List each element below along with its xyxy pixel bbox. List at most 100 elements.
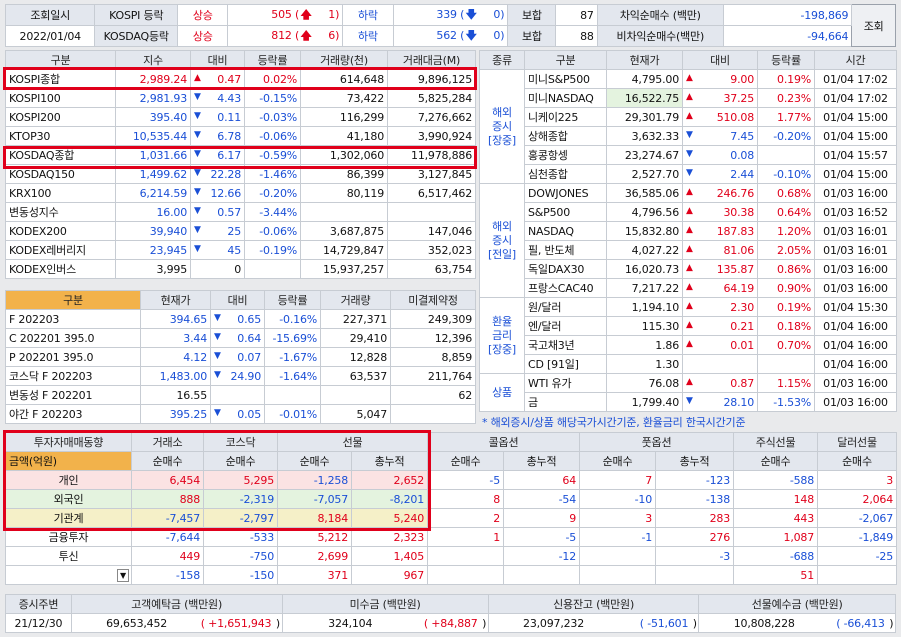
query-date: 2022/01/04 xyxy=(4,25,96,47)
change-cell: ▼ 0.07 xyxy=(210,347,265,367)
change-value: 0.65 xyxy=(237,312,261,326)
futures-volume xyxy=(320,385,391,405)
futures-header-3: 등락률 xyxy=(264,290,321,310)
index-row[interactable]: 변동성지수 16.00 ▼ 0.57 -3.44% xyxy=(5,202,476,222)
overseas-name: WTI 유가 xyxy=(524,373,607,393)
index-row[interactable]: KODEX레버리지 23,945 ▼ 45 -0.19% 14,729,847 352,02… xyxy=(5,240,476,260)
overseas-row[interactable]: S&P500 4,796.56 ▲ 30.38 0.64% 01/03 16:52 xyxy=(480,202,897,222)
overseas-row[interactable]: 환율 금리 [장중] 원/달러 1,194.10 ▲ 2.30 0.19% 01/04 15… xyxy=(479,297,897,374)
futures-row[interactable]: 코스닥 F 202203 1,483.00 ▼ 24.90 -1.64% 63,537 21… xyxy=(5,366,476,386)
non-arbitrage-value: -94,664 xyxy=(722,25,853,47)
investor-value: -1,849 xyxy=(817,527,898,547)
change-cell: ▲ 64.19 xyxy=(682,278,758,298)
up-triangle-icon: ▲ xyxy=(686,224,693,235)
investor-row[interactable]: 외국인 888 -2,319 -7,057 -8,201 8 -54 -10 -138 148 2,… xyxy=(5,489,898,509)
index-row[interactable]: KRX100 6,214.59 ▼ 12.66 -0.20% 80,119 6,517,46… xyxy=(5,183,476,203)
overseas-row[interactable]: 니케이225 29,301.79 ▲ 510.08 1.77% 01/04 15:00 xyxy=(480,107,897,127)
investor-row[interactable]: 개인 6,454 5,295 -1,258 2,652 -5 64 7 -123 -588 3 xyxy=(5,470,898,490)
query-date-label: 조회일시 xyxy=(4,4,96,26)
index-row[interactable]: KOSPI종합 2,989.24 ▲ 0.47 0.02% 614,648 9,896,12… xyxy=(5,69,476,89)
index-name: KOSDAQ150 xyxy=(5,164,116,184)
investor-row[interactable]: 기관계 -7,457 -2,797 8,184 5,240 2 9 3 283 443 -2,067 xyxy=(5,508,898,528)
overseas-row[interactable]: CD [91일] 1.30 01/04 16:00 xyxy=(480,354,897,374)
futures-row[interactable]: P 202201 395.0 4.12 ▼ 0.07 -1.67% 12,828 8,859 xyxy=(5,347,476,367)
index-header-5: 거래대금(M) xyxy=(387,50,476,70)
investor-header-5: 주식선물 xyxy=(733,432,819,452)
change-cell: ▼ 0.57 xyxy=(190,202,245,222)
overseas-row[interactable]: 엔/달러 115.30 ▲ 0.21 0.18% 01/04 16:00 xyxy=(480,316,897,336)
futures-deposit-change: ( -66,413 xyxy=(797,613,888,633)
index-volume: 80,119 xyxy=(300,183,388,203)
overseas-row[interactable]: 해외 증시 [장중] 미니S&P500 4,795.00 ▲ 9.00 0.19% 01/0… xyxy=(479,69,897,184)
overseas-name: 프랑스CAC40 xyxy=(524,278,607,298)
index-amount: 147,046 xyxy=(387,221,476,241)
futures-row[interactable]: C 202201 395.0 3.44 ▼ 0.64 -15.69% 29,410 12,3… xyxy=(5,328,476,348)
investor-row[interactable]: ▼ -158 -150 371 967 51 xyxy=(5,565,898,585)
change-cell: ▼ 28.10 xyxy=(682,392,758,412)
change-cell: ▲ 0.21 xyxy=(682,316,758,336)
overseas-row[interactable]: 프랑스CAC40 7,217.22 ▲ 64.19 0.90% 01/03 16:00 xyxy=(480,278,897,298)
investor-value: -123 xyxy=(655,470,735,490)
dropdown-arrow-icon[interactable]: ▼ xyxy=(117,569,129,582)
overseas-rate: 0.86% xyxy=(757,259,815,279)
index-row[interactable]: KOSDAQ종합 1,031.66 ▼ 6.17 -0.59% 1,302,060 11,9… xyxy=(5,145,476,165)
index-row[interactable]: KTOP30 10,535.44 ▼ 6.78 -0.06% 41,180 3,990,92… xyxy=(5,126,476,146)
change-value: 37.25 xyxy=(723,91,755,105)
overseas-row[interactable]: 상품 WTI 유가 76.08 ▲ 0.87 1.15% 01/03 16:00 xyxy=(479,373,897,412)
index-row[interactable]: KODEX200 39,940 ▼ 25 -0.06% 3,687,875 147,046 xyxy=(5,221,476,241)
futures-volume: 5,047 xyxy=(320,404,391,424)
overseas-header-1: 구분 xyxy=(524,50,607,70)
non-arbitrage-label: 비차익순매수(백만) xyxy=(596,25,724,47)
down-arrow-icon: 🡇 xyxy=(465,28,477,42)
index-rate: 0.02% xyxy=(244,69,301,89)
change-value: 7.45 xyxy=(730,129,754,143)
investor-subheader-3: 총누적 xyxy=(351,451,428,471)
overseas-name: 니케이225 xyxy=(524,107,607,127)
down-triangle-icon: ▼ xyxy=(214,350,221,361)
overseas-row[interactable]: 독일DAX30 16,020.73 ▲ 135.87 0.86% 01/03 16:00 xyxy=(480,259,897,279)
futures-rate: -15.69% xyxy=(264,328,321,348)
overseas-row[interactable]: 홍콩항셍 23,274.67 ▼ 0.08 01/04 15:57 xyxy=(480,145,897,165)
overseas-row[interactable]: 필, 반도체 4,027.22 ▲ 81.06 2.05% 01/03 16:01 xyxy=(480,240,897,260)
index-volume xyxy=(300,202,388,222)
overseas-name: 국고채3년 xyxy=(524,335,607,355)
overseas-row[interactable]: 국고채3년 1.86 ▲ 0.01 0.70% 01/04 16:00 xyxy=(480,335,897,355)
investor-header-1: 코스닥 xyxy=(203,432,278,452)
change-cell: ▼ 7.45 xyxy=(682,126,758,146)
overseas-row[interactable]: 금 1,799.40 ▼ 28.10 -1.53% 01/03 16:00 xyxy=(480,392,897,412)
overseas-price: 16,020.73 xyxy=(606,259,683,279)
deposit-header: 고객예탁금 (백만원) xyxy=(70,594,283,614)
overseas-row[interactable]: 해외 증시 [전일] DOWJONES 36,585.06 ▲ 246.76 0.68% 0… xyxy=(479,183,897,298)
investor-row[interactable]: 투신 449 -750 2,699 1,405 -12 -3 -688 -25 xyxy=(5,546,898,566)
overseas-row[interactable]: NASDAQ 15,832.80 ▲ 187.83 1.20% 01/03 16:01 xyxy=(480,221,897,241)
overseas-time: 01/03 16:00 xyxy=(814,183,897,203)
investor-value: -2,067 xyxy=(817,508,898,528)
index-row[interactable]: KOSDAQ150 1,499.62 ▼ 22.28 -1.46% 86,399 3,127… xyxy=(5,164,476,184)
investor-value: -533 xyxy=(203,527,278,547)
futures-rate: -0.16% xyxy=(264,309,321,329)
index-rate: -0.15% xyxy=(244,88,301,108)
futures-deposit-header: 선물예수금 (백만원) xyxy=(698,594,896,614)
overseas-row[interactable]: 상해종합 3,632.33 ▼ 7.45 -0.20% 01/04 15:00 xyxy=(480,126,897,146)
index-name: KTOP30 xyxy=(5,126,116,146)
futures-row[interactable]: 야간 F 202203 395.25 ▼ 0.05 -0.01% 5,047 xyxy=(5,404,476,424)
change-value: 6.17 xyxy=(217,148,241,162)
futures-row[interactable]: F 202203 394.65 ▼ 0.65 -0.16% 227,371 249,309 xyxy=(5,309,476,329)
investor-value: 8 xyxy=(427,489,504,509)
investor-value xyxy=(579,546,657,566)
kospi-up-label: 상승 xyxy=(177,4,229,26)
market-periphery-table: 증시주변 고객예탁금 (백만원) 미수금 (백만원) 신용잔고 (백만원) 선물… xyxy=(5,594,896,633)
query-button[interactable]: 조회 xyxy=(851,4,896,47)
investor-row[interactable]: 금융투자 -7,644 -533 5,212 2,323 1 -5 -1 276 1,087 -1,… xyxy=(5,527,898,547)
investor-value: 2,699 xyxy=(277,546,352,566)
kospi-label: KOSPI 등락 xyxy=(94,4,179,26)
overseas-row[interactable]: 심천종합 2,527.70 ▼ 2.44 -0.10% 01/04 15:00 xyxy=(480,164,897,184)
index-row[interactable]: KOSPI100 2,981.93 ▼ 4.43 -0.15% 73,422 5,825,2… xyxy=(5,88,476,108)
index-row[interactable]: KODEX인버스 3,995 0 15,937,257 63,754 xyxy=(5,259,476,279)
overseas-time: 01/04 15:57 xyxy=(814,145,897,165)
overseas-time: 01/04 16:00 xyxy=(814,335,897,355)
overseas-row[interactable]: 미니NASDAQ 16,522.75 ▲ 37.25 0.23% 01/04 17:02 xyxy=(480,88,897,108)
index-row[interactable]: KOSPI200 395.40 ▼ 0.11 -0.03% 116,299 7,276,66… xyxy=(5,107,476,127)
futures-row[interactable]: 변동성 F 202201 16.55 62 xyxy=(5,385,476,405)
unpaid-change: ( +84,887 xyxy=(375,613,481,633)
